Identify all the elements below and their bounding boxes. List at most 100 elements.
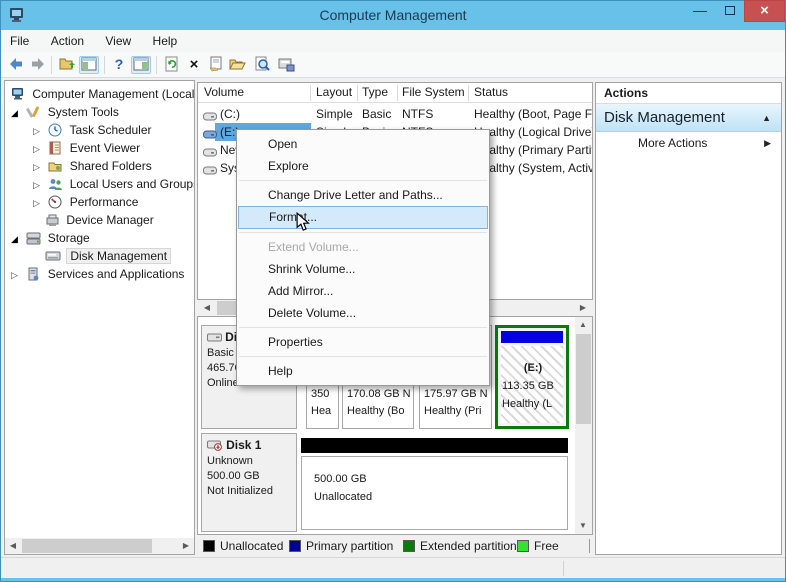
scroll-thumb[interactable]: [576, 334, 591, 424]
find-icon[interactable]: [252, 56, 272, 74]
actions-pane: Actions Disk Management ▲ More Actions ▶: [595, 82, 782, 555]
tree-item-event-viewer[interactable]: ▷ Event Viewer: [33, 139, 140, 157]
actions-group-disk-management[interactable]: Disk Management ▲: [596, 104, 781, 132]
menu-separator: [239, 180, 487, 181]
tree-item-shared-folders[interactable]: ▷ Shared Folders: [33, 157, 152, 175]
title-bar: Computer Management — ×: [0, 0, 786, 30]
column-volume[interactable]: Volume: [204, 83, 244, 103]
delete-icon[interactable]: ×: [184, 56, 204, 74]
forward-icon[interactable]: [28, 56, 48, 74]
app-icon: [8, 6, 26, 29]
status-bar: [1, 557, 785, 578]
menu-separator: [239, 232, 487, 233]
maximize-icon: [725, 6, 735, 15]
tree-item-system-tools[interactable]: ◢ System Tools: [11, 103, 119, 121]
tree-item-storage[interactable]: ◢ Storage: [11, 229, 90, 247]
disk1-unallocated-region[interactable]: 500.00 GB Unallocated: [301, 456, 568, 530]
window-title: Computer Management: [0, 0, 786, 30]
tree-item-device-manager[interactable]: Device Manager: [33, 211, 154, 229]
collapsed-arrow-icon[interactable]: ▷: [33, 194, 45, 212]
status-bar-divider: [563, 561, 564, 576]
column-type[interactable]: Type: [362, 83, 388, 103]
menu-help[interactable]: Help: [144, 30, 187, 52]
storage-icon: [26, 231, 44, 250]
console-tree-pane: Computer Management (Local) ◢ System Too…: [4, 80, 195, 555]
tree-item-local-users-and-groups[interactable]: ▷ Local Users and Groups: [33, 175, 195, 193]
column-file-system[interactable]: File System: [402, 83, 465, 103]
mouse-cursor-icon: [295, 212, 311, 237]
menu-file[interactable]: File: [1, 30, 38, 52]
menu-view[interactable]: View: [96, 30, 140, 52]
up-folder-icon[interactable]: [57, 56, 77, 74]
scroll-left-icon[interactable]: ◀: [5, 538, 21, 554]
context-menu-explore[interactable]: Explore: [237, 155, 489, 177]
refresh-icon[interactable]: [162, 56, 182, 74]
legend-extended-swatch: [403, 540, 415, 552]
scroll-right-icon[interactable]: ▶: [575, 300, 591, 316]
context-menu: Open Explore Change Drive Letter and Pat…: [236, 129, 490, 386]
services-icon: [26, 267, 44, 286]
legend-primary-swatch: [289, 540, 301, 552]
volume-icon: [203, 163, 217, 181]
context-menu-properties[interactable]: Properties: [237, 331, 489, 353]
collapsed-arrow-icon[interactable]: ▷: [33, 122, 45, 140]
scroll-right-icon[interactable]: ▶: [178, 538, 194, 554]
tree-item-services-and-applications[interactable]: ▷ Services and Applications: [11, 265, 184, 283]
collapse-group-icon[interactable]: ▲: [762, 104, 771, 132]
collapsed-arrow-icon[interactable]: ▷: [11, 266, 23, 284]
context-menu-change-drive-letter[interactable]: Change Drive Letter and Paths...: [237, 184, 489, 206]
submenu-arrow-icon: ▶: [764, 132, 771, 154]
legend-unallocated-swatch: [203, 540, 215, 552]
tree-horizontal-scrollbar[interactable]: ◀ ▶: [5, 538, 194, 554]
disk0-partition-e-selected[interactable]: (E:) 113.35 GB Healthy (L: [495, 325, 569, 429]
more-actions-item[interactable]: More Actions ▶: [596, 132, 781, 154]
context-menu-shrink-volume[interactable]: Shrink Volume...: [237, 258, 489, 280]
tree-item-performance[interactable]: ▷ Performance: [33, 193, 138, 211]
context-menu-help[interactable]: Help: [237, 360, 489, 382]
back-icon[interactable]: [6, 56, 26, 74]
context-menu-open[interactable]: Open: [237, 133, 489, 155]
legend-unallocated-label: Unallocated: [220, 537, 283, 555]
minimize-button[interactable]: —: [686, 0, 714, 22]
disk-graph-vertical-scrollbar[interactable]: ▲ ▼: [575, 317, 592, 534]
close-button[interactable]: ×: [744, 0, 785, 22]
context-menu-format-highlighted[interactable]: Format...: [238, 206, 488, 229]
menu-action[interactable]: Action: [42, 30, 93, 52]
scroll-left-icon[interactable]: ◀: [199, 300, 215, 316]
console-tree-icon[interactable]: [79, 56, 99, 74]
legend-freespace-swatch: [517, 540, 529, 552]
partition-legend: Unallocated Primary partition Extended p…: [197, 537, 593, 555]
collapsed-arrow-icon[interactable]: ▷: [33, 176, 45, 194]
collapsed-arrow-icon[interactable]: ▷: [33, 158, 45, 176]
collapsed-arrow-icon[interactable]: ▷: [33, 140, 45, 158]
toolbar: ? ×: [1, 52, 785, 78]
tree-item-computer-management[interactable]: Computer Management (Local): [11, 85, 195, 103]
action-pane-icon[interactable]: [131, 56, 151, 74]
tree-item-disk-management[interactable]: Disk Management: [45, 247, 171, 265]
properties-icon[interactable]: [206, 56, 226, 74]
column-layout[interactable]: Layout: [316, 83, 352, 103]
column-status[interactable]: Status: [474, 83, 508, 103]
rescan-disks-icon[interactable]: [276, 56, 296, 74]
context-menu-add-mirror[interactable]: Add Mirror...: [237, 280, 489, 302]
scroll-thumb[interactable]: [22, 539, 152, 553]
expanded-arrow-icon[interactable]: ◢: [11, 230, 23, 248]
help-icon[interactable]: ?: [109, 56, 129, 74]
computer-management-window: Computer Management — × File Action View…: [0, 0, 786, 582]
maximize-button[interactable]: [716, 0, 744, 22]
menu-separator: [239, 327, 487, 328]
menu-separator: [239, 356, 487, 357]
legend-primary-label: Primary partition: [306, 537, 393, 555]
logical-drive-strip: [501, 331, 563, 343]
volume-row-c[interactable]: (C:) Simple Basic NTFS Healthy (Boot, Pa…: [198, 105, 592, 123]
tree-item-task-scheduler[interactable]: ▷ Task Scheduler: [33, 121, 152, 139]
scroll-up-icon[interactable]: ▲: [575, 317, 591, 333]
tree-selected-label: Disk Management: [66, 248, 171, 264]
scroll-down-icon[interactable]: ▼: [575, 518, 591, 534]
disk1-label[interactable]: Disk 1 Unknown 500.00 GB Not Initialized: [201, 433, 297, 532]
context-menu-delete-volume[interactable]: Delete Volume...: [237, 302, 489, 324]
expanded-arrow-icon[interactable]: ◢: [11, 104, 23, 122]
legend-divider: [589, 539, 590, 553]
disk1-unallocated-strip[interactable]: [301, 438, 568, 453]
open-folder-icon[interactable]: [228, 56, 248, 74]
